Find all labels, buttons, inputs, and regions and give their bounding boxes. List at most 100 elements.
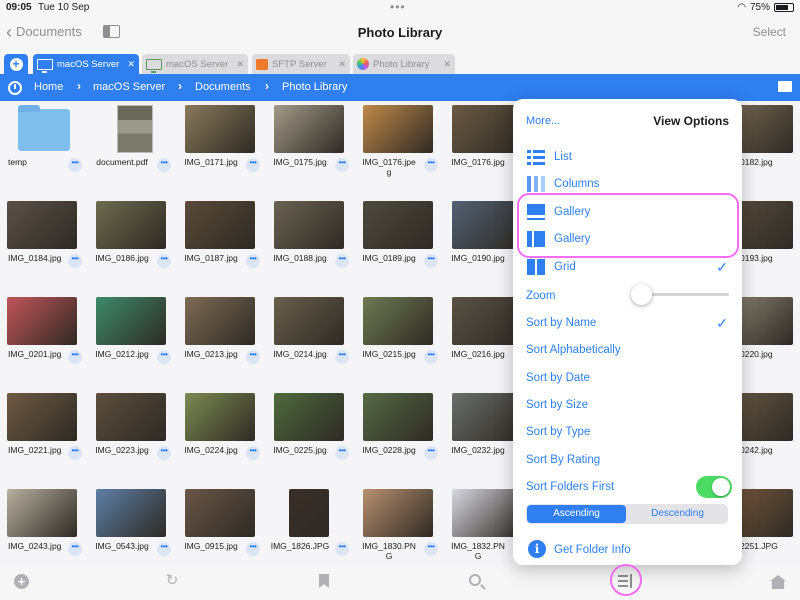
more-options-icon[interactable]: ••• (246, 542, 260, 556)
zoom-slider[interactable] (643, 293, 729, 296)
more-options-icon[interactable]: ••• (68, 350, 82, 364)
more-options-icon[interactable]: ••• (335, 254, 349, 268)
battery-fill (776, 5, 788, 10)
more-options-icon[interactable]: ••• (424, 254, 438, 268)
breadcrumb-home[interactable]: Home (34, 81, 63, 93)
more-button[interactable]: More... (526, 115, 560, 127)
new-tab-button[interactable]: + (4, 54, 28, 74)
file-item[interactable]: IMG_1826.JPG ••• (267, 485, 351, 575)
tab-photo-library[interactable]: Photo Library ✕ (353, 54, 455, 74)
view-option-gallery-split[interactable]: Gallery (513, 226, 742, 252)
tab-macos-server-1[interactable]: macOS Server ✕ (33, 54, 139, 74)
file-item[interactable]: IMG_0228.jpg ••• (356, 389, 440, 479)
more-options-icon[interactable]: ••• (335, 158, 349, 172)
file-item[interactable]: IMG_0225.jpg ••• (267, 389, 351, 479)
tab-macos-server-2[interactable]: macOS Server ✕ (142, 54, 248, 74)
tab-close-icon[interactable]: ✕ (127, 59, 135, 70)
folder-item[interactable]: temp ••• (0, 101, 84, 191)
sort-by-size[interactable]: Sort by Size (513, 392, 742, 418)
more-options-icon[interactable]: ••• (246, 350, 260, 364)
file-item[interactable]: IMG_0187.jpg ••• (178, 197, 262, 287)
sort-alphabetically[interactable]: Sort Alphabetically (513, 337, 742, 363)
file-item[interactable]: IMG_0171.jpg ••• (178, 101, 262, 191)
file-item[interactable]: IMG_0212.jpg ••• (89, 293, 173, 383)
more-options-icon[interactable]: ••• (335, 446, 349, 460)
more-options-icon[interactable]: ••• (68, 254, 82, 268)
file-item[interactable]: IMG_0189.jpg ••• (356, 197, 440, 287)
history-icon[interactable] (8, 81, 22, 95)
file-item[interactable]: IMG_0188.jpg ••• (267, 197, 351, 287)
bookmark-icon[interactable] (319, 574, 329, 588)
tab-sftp-server[interactable]: SFTP Server ✕ (252, 54, 350, 74)
file-item[interactable]: IMG_0215.jpg ••• (356, 293, 440, 383)
file-item[interactable]: IMG_0201.jpg ••• (0, 293, 84, 383)
file-item[interactable]: IMG_0213.jpg ••• (178, 293, 262, 383)
view-option-grid[interactable]: Grid ✓ (513, 254, 742, 280)
gallery-view-icon[interactable] (778, 81, 792, 92)
refresh-icon[interactable]: ↻ (164, 573, 180, 589)
file-item[interactable]: IMG_0915.jpg ••• (178, 485, 262, 575)
tab-close-icon[interactable]: ✕ (338, 59, 346, 70)
multitasking-dots-icon[interactable]: ••• (390, 0, 406, 14)
more-options-icon[interactable]: ••• (157, 158, 171, 172)
photo-thumbnail (363, 105, 433, 153)
zoom-slider-thumb[interactable] (631, 284, 652, 305)
file-name: IMG_0176.jpe g (362, 157, 416, 177)
view-option-columns[interactable]: Columns (513, 171, 742, 197)
file-item[interactable]: document.pdf ••• (89, 101, 173, 191)
select-button[interactable]: Select (753, 25, 786, 39)
more-options-icon[interactable]: ••• (157, 542, 171, 556)
file-item[interactable]: IMG_0176.jpe g ••• (356, 101, 440, 191)
more-options-icon[interactable]: ••• (424, 158, 438, 172)
file-item[interactable]: IMG_0175.jpg ••• (267, 101, 351, 191)
file-item[interactable]: IMG_0223.jpg ••• (89, 389, 173, 479)
view-option-gallery[interactable]: Gallery (513, 199, 742, 225)
more-options-icon[interactable]: ••• (424, 446, 438, 460)
monitor-icon (146, 58, 162, 73)
more-options-icon[interactable]: ••• (68, 542, 82, 556)
breadcrumb-macos-server[interactable]: macOS Server (93, 81, 165, 93)
sort-by-type[interactable]: Sort by Type (513, 419, 742, 445)
tab-close-icon[interactable]: ✕ (236, 59, 244, 70)
folder-icon (18, 105, 70, 151)
more-options-icon[interactable]: ••• (424, 542, 438, 556)
photo-thumbnail (7, 297, 77, 345)
breadcrumb-photo-library[interactable]: Photo Library (282, 81, 347, 93)
add-icon[interactable]: + (14, 574, 29, 589)
more-options-icon[interactable]: ••• (424, 350, 438, 364)
view-option-list[interactable]: List (513, 144, 742, 170)
file-item[interactable]: IMG_1830.PN G ••• (356, 485, 440, 575)
more-options-icon[interactable]: ••• (335, 542, 349, 556)
file-item[interactable]: IMG_0186.jpg ••• (89, 197, 173, 287)
chevron-right-icon: › (178, 79, 182, 93)
file-item[interactable]: IMG_0221.jpg ••• (0, 389, 84, 479)
more-options-icon[interactable]: ••• (246, 158, 260, 172)
more-options-icon[interactable]: ••• (157, 350, 171, 364)
ascending-segment[interactable]: Ascending (527, 505, 626, 523)
breadcrumb-documents[interactable]: Documents (195, 81, 251, 93)
more-options-icon[interactable]: ••• (157, 254, 171, 268)
sort-icon[interactable] (618, 574, 634, 588)
file-item[interactable]: IMG_0224.jpg ••• (178, 389, 262, 479)
tab-close-icon[interactable]: ✕ (443, 59, 451, 70)
sort-folders-first-toggle[interactable] (696, 476, 732, 498)
descending-segment[interactable]: Descending (628, 505, 727, 523)
sort-by-date[interactable]: Sort by Date (513, 365, 742, 391)
status-right: ◠ 75% (737, 2, 794, 13)
more-options-icon[interactable]: ••• (157, 446, 171, 460)
more-options-icon[interactable]: ••• (68, 158, 82, 172)
more-options-icon[interactable]: ••• (246, 254, 260, 268)
home-icon[interactable] (770, 575, 786, 589)
sort-by-rating[interactable]: Sort By Rating (513, 447, 742, 473)
sort-by-name[interactable]: Sort by Name ✓ (513, 310, 742, 336)
more-options-icon[interactable]: ••• (335, 350, 349, 364)
tab-label: SFTP Server (272, 58, 327, 70)
more-options-icon[interactable]: ••• (246, 446, 260, 460)
get-folder-info-button[interactable]: Get Folder Info (513, 537, 742, 563)
more-options-icon[interactable]: ••• (68, 446, 82, 460)
file-item[interactable]: IMG_0184.jpg ••• (0, 197, 84, 287)
search-icon[interactable] (469, 574, 481, 586)
file-item[interactable]: IMG_0243.jpg ••• (0, 485, 84, 575)
file-item[interactable]: IMG_0543.jpg ••• (89, 485, 173, 575)
file-item[interactable]: IMG_0214.jpg ••• (267, 293, 351, 383)
